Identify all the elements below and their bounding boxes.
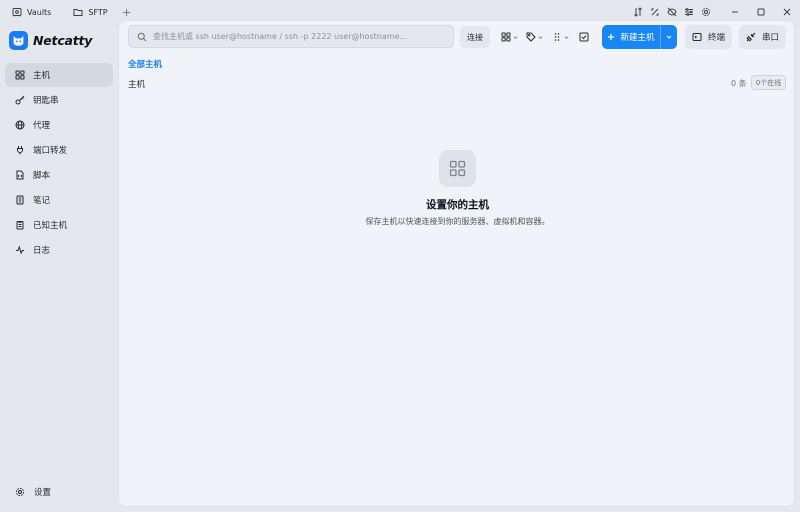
empty-state-icon [439,150,476,187]
sidebar-item-logs[interactable]: 日志 [5,238,113,262]
drag-handle-icon [554,33,560,41]
file-code-icon [16,170,24,180]
connect-label: 连接 [467,32,483,42]
close-icon [783,8,791,16]
terminal-icon [692,33,702,41]
select-button[interactable] [579,26,589,48]
command-icon [650,8,659,16]
search-icon [137,32,147,41]
key-icon [15,95,25,105]
chevron-down-icon [564,35,569,39]
grid-icon [15,70,25,80]
view-mode-button[interactable] [501,26,518,48]
netcatty-logo-icon [9,31,28,50]
activity-icon [16,245,24,255]
tab-vaults[interactable]: Vaults [0,0,61,24]
serial-label: 串口 [761,33,779,43]
sidebar-item-label: 已知主机 [33,221,68,231]
sidebar-item-port-forwarding[interactable]: 端口转发 [5,138,113,162]
clipboard-icon [16,221,24,230]
grid-icon [501,32,511,42]
empty-state-description: 保存主机以快速连接到你的服务器、虚拟机和容器。 [365,217,550,226]
sidebar-item-label: 日志 [33,246,51,256]
tab-sftp[interactable]: SFTP [61,0,117,24]
chevron-down-icon [538,35,543,39]
new-host-button[interactable]: 新建主机 [602,25,677,49]
search-box[interactable] [128,25,454,48]
tag-icon [526,32,536,42]
sidebar-item-keychain[interactable]: 钥匙串 [5,88,113,112]
new-host-dropdown[interactable] [660,25,677,49]
sidebar-item-settings[interactable]: 设置 [15,486,51,498]
sidebar-item-label: 脚本 [33,171,51,181]
sidebar: Netcatty 主机 钥匙串 代理 端口转发 脚本 笔记 已知主机 日志 设置 [0,24,118,512]
notebook-icon [16,195,24,205]
plug-icon [17,146,23,155]
online-badge: 0个在线 [751,75,786,90]
search-input[interactable] [153,32,453,41]
plus-icon [608,34,615,40]
checkbox-icon [579,32,589,42]
connect-button[interactable]: 连接 [460,26,490,48]
plus-icon: + [122,5,132,19]
host-count: 0 条 [731,79,747,88]
terminal-button[interactable]: 终端 [685,25,732,49]
vault-icon [12,8,22,17]
sidebar-item-label: 笔记 [33,196,51,206]
sidebar-nav: 主机 钥匙串 代理 端口转发 脚本 笔记 已知主机 日志 [5,63,113,263]
sidebar-item-label: 钥匙串 [33,96,59,106]
sidebar-item-proxy[interactable]: 代理 [5,113,113,137]
tab-sftp-label: SFTP [88,7,108,17]
grid-icon [449,160,466,177]
sidebar-item-label: 主机 [33,71,51,81]
brand-name: Netcatty [33,33,93,48]
sliders-icon [684,8,693,16]
maximize-icon [757,8,765,16]
serial-plug-icon [746,32,756,42]
globe-icon [15,120,25,130]
chevron-down-icon [666,35,672,39]
sidebar-item-notes[interactable]: 笔记 [5,188,113,212]
sidebar-item-label: 端口转发 [33,146,68,156]
transfer-icon [633,7,642,17]
tag-filter-button[interactable] [526,26,543,48]
empty-state-title: 设置你的主机 [426,199,489,211]
terminal-label: 终端 [707,33,725,43]
brand: Netcatty [9,31,92,50]
section-label: 主机 [128,80,146,90]
settings-icon [15,487,25,497]
breadcrumb[interactable]: 全部主机 [128,58,162,70]
new-host-label: 新建主机 [620,33,655,43]
new-host-main[interactable]: 新建主机 [602,31,660,43]
sort-button[interactable] [552,26,569,48]
main-panel: 连接 新建主机 终端 [118,20,795,507]
settings-icon [701,7,710,17]
sidebar-item-label: 代理 [33,121,51,131]
sidebar-item-scripts[interactable]: 脚本 [5,163,113,187]
sidebar-item-hosts[interactable]: 主机 [5,63,113,87]
eye-off-icon [666,7,677,17]
serial-button[interactable]: 串口 [739,25,786,49]
folder-icon [73,9,83,16]
sidebar-item-known-hosts[interactable]: 已知主机 [5,213,113,237]
settings-label: 设置 [34,488,52,498]
minimize-icon [732,11,738,13]
chevron-down-icon [513,35,518,39]
tab-vaults-label: Vaults [27,7,52,17]
